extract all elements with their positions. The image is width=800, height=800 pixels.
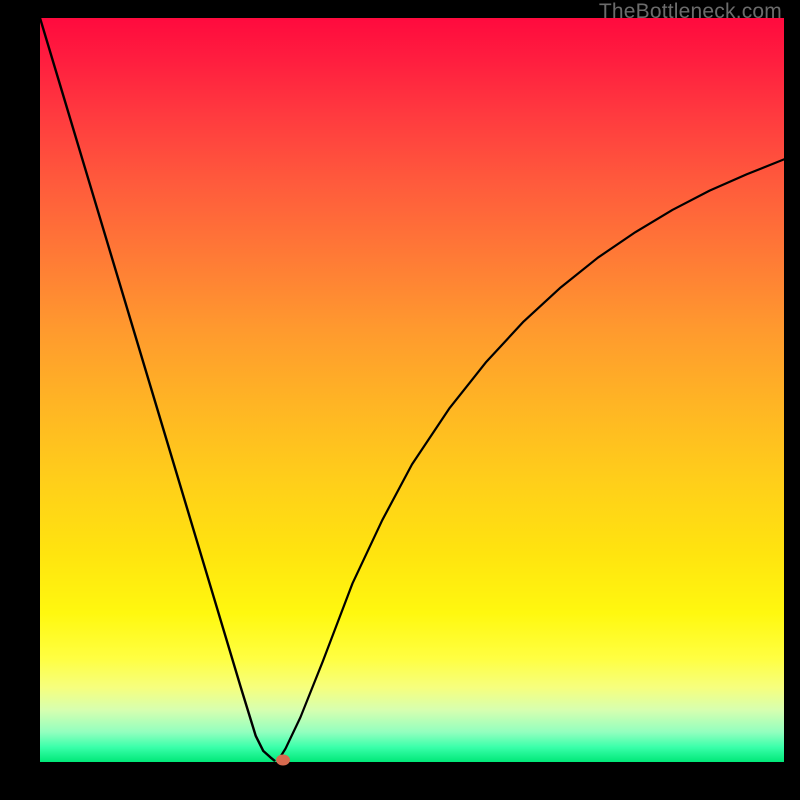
bottleneck-curve xyxy=(40,18,784,762)
plot-area xyxy=(40,18,784,762)
curve-left-branch xyxy=(40,18,274,761)
chart-frame: TheBottleneck.com xyxy=(0,0,800,800)
curve-right-branch xyxy=(278,159,784,760)
marker-dot xyxy=(276,754,290,765)
